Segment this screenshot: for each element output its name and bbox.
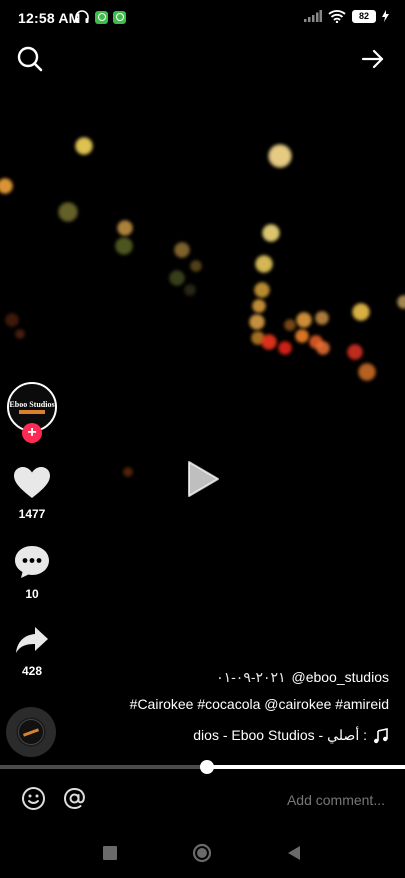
caption-header: ٢٠٢١-٠٩-٠١ @eboo_studios [216,669,389,686]
status-time: 12:58 AM [18,10,81,26]
share-icon [16,627,48,653]
avatar-logo-bar [19,409,45,414]
caption-hashtags[interactable]: #Cairokee #cocacola @cairokee #amireid [130,696,389,712]
bokeh-light [284,319,296,331]
comment-bar: Add comment... [0,778,405,822]
status-bar: 12:58 AM 82 [0,0,405,36]
bokeh-light [117,220,133,236]
bokeh-light [295,329,309,343]
bokeh-light [184,284,196,296]
music-note-icon [374,727,388,743]
wifi-icon [328,10,346,23]
status-right-icons: 82 [304,9,389,23]
bokeh-light [249,314,265,330]
headphones-icon [75,10,89,23]
emoji-icon[interactable] [21,786,46,811]
progress-bar[interactable] [0,760,405,774]
progress-played [0,765,207,769]
signal-icon [304,10,322,22]
app-notification-icon [113,10,126,24]
comment-count: 10 [25,587,39,601]
heart-icon [14,467,50,498]
bokeh-light [115,237,133,255]
bokeh-light [123,467,133,477]
bokeh-light [0,178,13,194]
bokeh-light [296,312,312,328]
bokeh-light [397,295,405,309]
bokeh-light [75,137,93,155]
bokeh-light [252,299,266,313]
bokeh-light [169,270,185,286]
back-icon[interactable] [287,845,301,861]
music-disc[interactable] [6,707,56,757]
bokeh-light [316,341,330,355]
share-button[interactable]: 428 [0,625,64,678]
home-icon[interactable] [192,843,212,863]
disc-cover [18,719,44,745]
like-button[interactable]: 1477 [0,466,64,521]
battery-icon: 82 [352,9,376,23]
app-notification-icon [95,10,108,24]
avatar-logo-text: Eboo Studios [9,399,55,409]
bokeh-light [261,334,277,350]
follow-button[interactable]: + [22,423,42,443]
bokeh-light [347,344,363,360]
like-count: 1477 [18,507,46,521]
music-info[interactable]: dios - Eboo Studios - أصلي : [193,727,389,744]
bokeh-light [268,144,292,168]
bokeh-light [315,311,329,325]
bokeh-light [262,224,280,242]
bokeh-light [5,313,19,327]
disc-logo-bar [22,727,40,737]
bokeh-light [190,260,202,272]
arrow-right-icon[interactable] [358,44,388,74]
mention-icon[interactable] [62,786,87,811]
bokeh-light [15,329,25,339]
post-date: ٢٠٢١-٠٩-٠١ [216,669,286,685]
bokeh-light [174,242,190,258]
username-link[interactable]: @eboo_studios [291,669,389,685]
bokeh-light [278,341,292,355]
bokeh-light [58,202,78,222]
system-nav-bar [0,830,405,878]
progress-thumb[interactable] [199,760,214,774]
bokeh-light [255,255,273,273]
bokeh-light [254,282,270,298]
share-count: 428 [21,664,43,678]
comment-icon [15,546,49,578]
charging-icon [382,10,389,22]
bokeh-light [352,303,370,321]
comment-input[interactable]: Add comment... [287,792,385,808]
search-icon[interactable] [15,44,45,74]
recents-icon[interactable] [103,846,117,860]
comment-button[interactable]: 10 [0,544,64,601]
play-icon[interactable] [186,460,220,498]
bokeh-light [358,363,376,381]
status-left-icons [74,9,126,25]
music-title: dios - Eboo Studios - أصلي : [193,727,367,743]
